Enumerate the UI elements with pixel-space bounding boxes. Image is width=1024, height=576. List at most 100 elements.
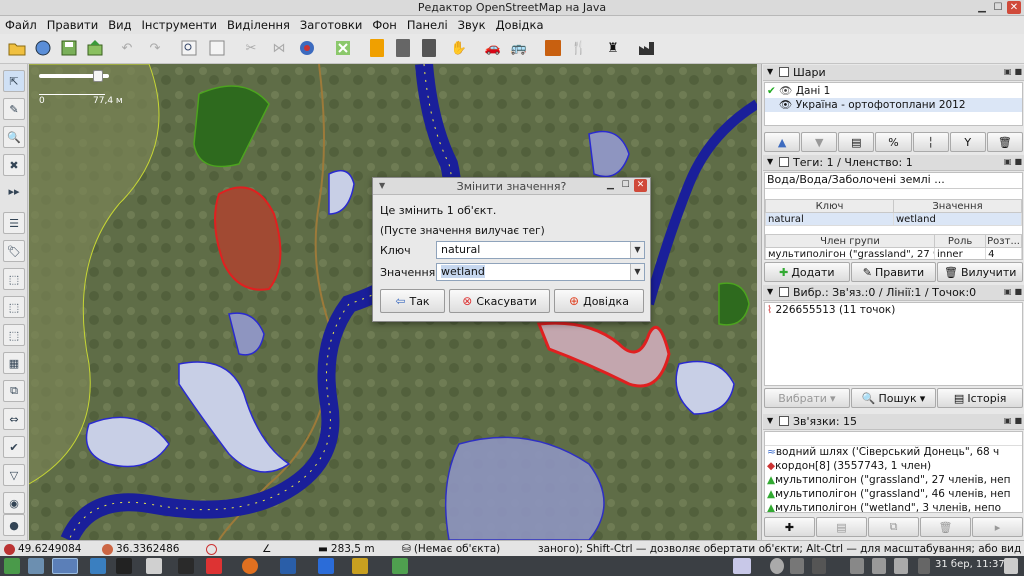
draw-mode-icon[interactable]: ✎ [3, 98, 25, 120]
panel-close-icon[interactable]: ■ [1014, 67, 1022, 76]
selection-dialog-icon[interactable]: ⬚ [3, 268, 25, 290]
menu-presets[interactable]: Заготовки [295, 18, 367, 32]
combine-way-icon[interactable]: ⋈ [268, 37, 290, 59]
preferences-icon[interactable] [178, 37, 200, 59]
app-tray-icon[interactable] [790, 558, 804, 574]
preset-bus-icon[interactable]: 🚌 [508, 37, 530, 59]
preset-hazard-icon[interactable] [542, 37, 564, 59]
help-button[interactable]: ⊕ Довідка [554, 289, 644, 313]
validator-dialog-icon[interactable]: ✔ [3, 436, 25, 458]
list-item[interactable]: ▲мультиполігон ("grassland", 27 членів, … [765, 474, 1022, 488]
activate-layer-icon[interactable]: ▤ [838, 132, 875, 152]
delete-mode-icon[interactable]: ✖ [3, 154, 25, 176]
writer-icon[interactable] [318, 558, 334, 574]
member-position[interactable]: 4 [985, 247, 1022, 259]
panel-close-icon[interactable]: ■ [1014, 287, 1022, 296]
panel-detach-icon[interactable]: ▣ [1004, 67, 1012, 76]
opacity-icon[interactable]: ╎ [912, 132, 949, 152]
terminal-icon[interactable] [116, 558, 132, 574]
notifications-icon[interactable] [894, 558, 908, 574]
key-dropdown-icon[interactable]: ▼ [630, 242, 644, 258]
layers-panel-header[interactable]: ▼ Шари ▣ ■ [763, 65, 1024, 81]
dialog-maximize-icon[interactable]: ☐ [619, 179, 632, 192]
undo-icon[interactable]: ↶ [116, 37, 138, 59]
table-row[interactable]: natural wetland [765, 212, 1022, 226]
filter-funnel-icon[interactable]: ▽ [3, 464, 25, 486]
member-role[interactable]: inner [933, 247, 987, 259]
history-dialog-icon[interactable]: ⧉ [3, 380, 25, 402]
cancel-button[interactable]: ⊗ Скасувати [449, 289, 550, 313]
preset-food-icon[interactable]: 🍴 [568, 37, 590, 59]
move-down-icon[interactable]: ▼ [801, 132, 838, 152]
layer-visible-icon[interactable]: 👁 [779, 85, 792, 97]
zoom-slider-knob[interactable] [93, 70, 103, 82]
preset-crossing-icon[interactable] [366, 37, 388, 59]
panel-detach-icon[interactable]: ▣ [1004, 416, 1012, 425]
file-manager-icon[interactable] [28, 558, 44, 574]
imagery-dialog-icon[interactable]: ▦ [3, 352, 25, 374]
tag-key[interactable]: natural [765, 212, 894, 226]
delete-layer-icon[interactable]: 🗑 [986, 132, 1023, 152]
map-paint-icon[interactable]: ◉ [3, 492, 25, 514]
app-icon[interactable] [280, 558, 296, 574]
relations-filter-field[interactable] [765, 432, 1022, 446]
select-mode-icon[interactable]: ⇱ [3, 70, 25, 92]
panel-close-icon[interactable]: ■ [1014, 157, 1022, 166]
app-icon[interactable] [392, 558, 408, 574]
toggle-dialog-list-icon[interactable]: ☰ [3, 212, 25, 234]
more-tools-icon[interactable]: ▸▸ [3, 180, 25, 202]
preset-rail-icon[interactable] [418, 37, 440, 59]
delete-tag-button[interactable]: 🗑 Вилучити [937, 262, 1024, 282]
panel-detach-icon[interactable]: ▣ [1004, 287, 1012, 296]
download-data-icon[interactable] [206, 37, 228, 59]
list-item[interactable]: ⌇ 226655513 (11 точок) [765, 304, 1022, 318]
selection-toggle-checkbox[interactable] [779, 287, 789, 297]
table-row[interactable]: мультиполігон ("grassland", 27 ч... inner… [765, 247, 1022, 259]
app-icon[interactable] [206, 558, 222, 574]
collapse-icon[interactable]: ▼ [767, 416, 773, 425]
select-button[interactable]: Вибрати ▾ [764, 388, 850, 408]
delete-relation-icon[interactable]: 🗑 [920, 517, 971, 537]
preset-road-icon[interactable] [392, 37, 414, 59]
start-menu-icon[interactable] [4, 558, 20, 574]
key-combobox[interactable]: natural ▼ [436, 241, 645, 259]
list-item[interactable]: ▲мультиполігон ("grassland", 46 членів, … [765, 488, 1022, 502]
list-item[interactable]: ◆кордон[8] (3557743, 1 член) [765, 460, 1022, 474]
history-button[interactable]: ▤ Історія [937, 388, 1024, 408]
menu-windows[interactable]: Панелі [402, 18, 453, 32]
menu-audio[interactable]: Звук [453, 18, 491, 32]
relation-menu-icon[interactable]: ▸ [972, 517, 1023, 537]
tags-dialog-icon[interactable]: 🏷 [3, 240, 25, 262]
new-relation-icon[interactable]: ✚ [764, 517, 815, 537]
preset-car-icon[interactable]: 🚗 [482, 37, 504, 59]
move-up-icon[interactable]: ▲ [764, 132, 801, 152]
toggle-visibility-icon[interactable]: % [875, 132, 912, 152]
app-icon[interactable] [178, 558, 194, 574]
network-icon[interactable] [770, 558, 784, 574]
open-file-icon[interactable] [6, 37, 28, 59]
ok-button[interactable]: ⇦ Так [380, 289, 445, 313]
redo-icon[interactable]: ↷ [144, 37, 166, 59]
menu-imagery[interactable]: Фон [367, 18, 401, 32]
volume-icon[interactable] [872, 558, 886, 574]
layer-item[interactable]: 👁 Україна - ортофотоплани 2012 [765, 98, 1022, 112]
tray-icon[interactable] [918, 558, 930, 574]
app-icon[interactable] [146, 558, 162, 574]
save-icon[interactable] [58, 37, 80, 59]
tag-value[interactable]: wetland [893, 212, 1022, 226]
collapse-icon[interactable]: ▼ [767, 157, 773, 166]
dialog-close-icon[interactable]: ✕ [634, 179, 647, 192]
relations-dialog-icon[interactable]: ⬚ [3, 296, 25, 318]
upload-icon[interactable] [84, 37, 106, 59]
edit-tag-button[interactable]: ✎ Правити [850, 262, 937, 282]
tags-toggle-checkbox[interactable] [779, 157, 789, 167]
preset-castle-icon[interactable]: ♜ [602, 37, 624, 59]
layer-visible-icon[interactable]: 👁 [779, 99, 792, 111]
battery-icon[interactable] [850, 558, 864, 574]
menu-selection[interactable]: Виділення [222, 18, 295, 32]
split-way-icon[interactable]: ✂ [240, 37, 262, 59]
layer-item[interactable]: ✔ 👁 Дані 1 [765, 84, 1022, 98]
list-item[interactable]: ▲мультиполігон ("wetland", 3 членів, неп… [765, 502, 1022, 512]
collapse-icon[interactable]: ▼ [767, 67, 773, 76]
search-button[interactable]: 🔍 Пошук ▾ [850, 388, 937, 408]
